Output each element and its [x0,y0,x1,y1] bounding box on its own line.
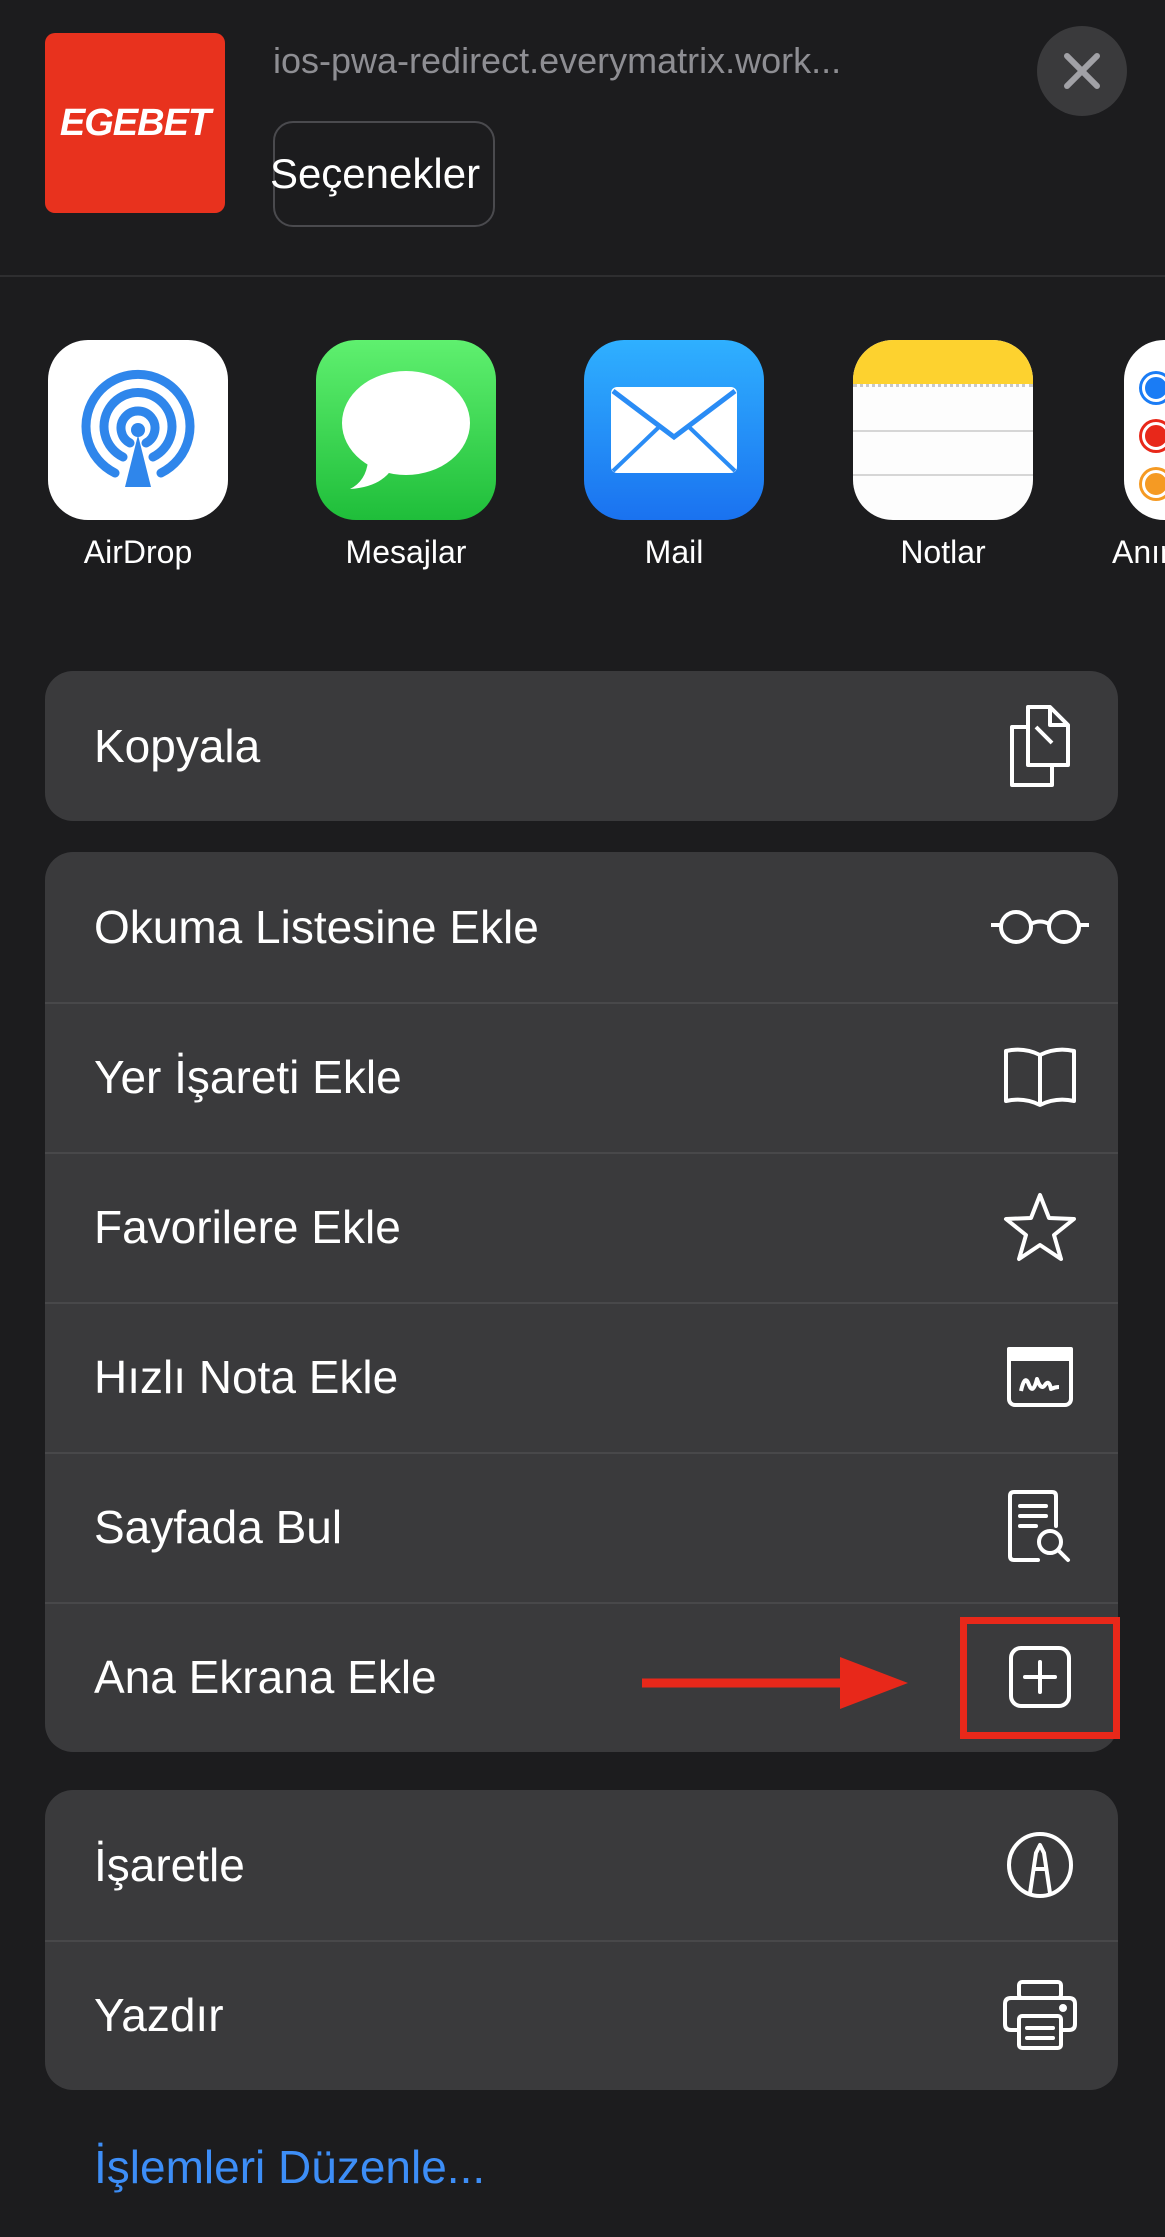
annotation-arrow-icon [642,1657,908,1709]
action-label: Hızlı Nota Ekle [94,1351,399,1403]
star-icon [990,1177,1090,1277]
action-label: Favorilere Ekle [94,1201,401,1253]
share-target-label: Anım [1112,534,1165,570]
action-group-secondary: İşaretle Yazdır [45,1790,1118,2090]
share-target-mail[interactable]: Mail [574,340,774,571]
quick-note-icon [990,1327,1090,1427]
action-label: İşaretle [94,1839,245,1891]
action-label: Okuma Listesine Ekle [94,901,539,953]
book-icon [990,1027,1090,1127]
action-label: Sayfada Bul [94,1501,343,1553]
action-copy[interactable]: Kopyala [45,671,1118,821]
edit-actions-link[interactable]: İşlemleri Düzenle... [94,2140,485,2194]
action-find-in-page[interactable]: Sayfada Bul [45,1452,1118,1602]
glasses-icon [990,877,1090,977]
find-in-page-icon [990,1477,1090,1577]
action-markup[interactable]: İşaretle [45,1790,1118,1940]
printer-icon [990,1965,1090,2065]
action-label: Ana Ekrana Ekle [94,1651,437,1703]
share-target-reminders[interactable]: Anım [1112,340,1165,571]
options-button-label: Seçenekler [269,150,481,197]
app-logo-text: EGEBET [59,101,211,144]
page-url: ios-pwa-redirect.everymatrix.work... [273,40,842,81]
action-add-favorites[interactable]: Favorilere Ekle [45,1152,1118,1302]
copy-icon [990,696,1090,796]
app-logo: EGEBET [45,33,225,213]
close-icon [1064,53,1100,89]
share-targets-row[interactable]: AirDrop Mesajlar Mail Notlar Anı [0,340,1165,600]
share-target-label: Mail [644,534,704,570]
share-target-airdrop[interactable]: AirDrop [38,340,238,571]
share-sheet-header: EGEBET ios-pwa-redirect.everymatrix.work… [0,0,1165,276]
action-print[interactable]: Yazdır [45,1940,1118,2090]
mail-icon [584,340,764,520]
share-target-label: AirDrop [83,534,193,570]
action-add-reading-list[interactable]: Okuma Listesine Ekle [45,852,1118,1002]
action-label: Yazdır [94,1989,224,2041]
reminders-icon [1124,340,1165,520]
action-label: Kopyala [94,720,261,772]
action-group-copy: Kopyala [45,671,1118,821]
header-divider [0,275,1165,277]
notes-icon [853,340,1033,520]
messages-icon [316,340,496,520]
airdrop-icon [48,340,228,520]
action-add-to-home-screen[interactable]: Ana Ekrana Ekle [45,1602,1118,1752]
options-button[interactable]: Seçenekler [269,121,495,227]
share-target-label: Mesajlar [345,534,467,570]
action-group-main: Okuma Listesine Ekle Yer İşareti Ekle Fa… [45,852,1118,1752]
share-target-messages[interactable]: Mesajlar [306,340,506,571]
action-add-bookmark[interactable]: Yer İşareti Ekle [45,1002,1118,1152]
share-target-notes[interactable]: Notlar [843,340,1043,571]
close-button[interactable] [1037,26,1127,116]
action-quick-note[interactable]: Hızlı Nota Ekle [45,1302,1118,1452]
share-target-label: Notlar [900,534,986,570]
annotation-highlight-box [960,1617,1120,1739]
markup-icon [990,1815,1090,1915]
action-label: Yer İşareti Ekle [94,1051,402,1103]
